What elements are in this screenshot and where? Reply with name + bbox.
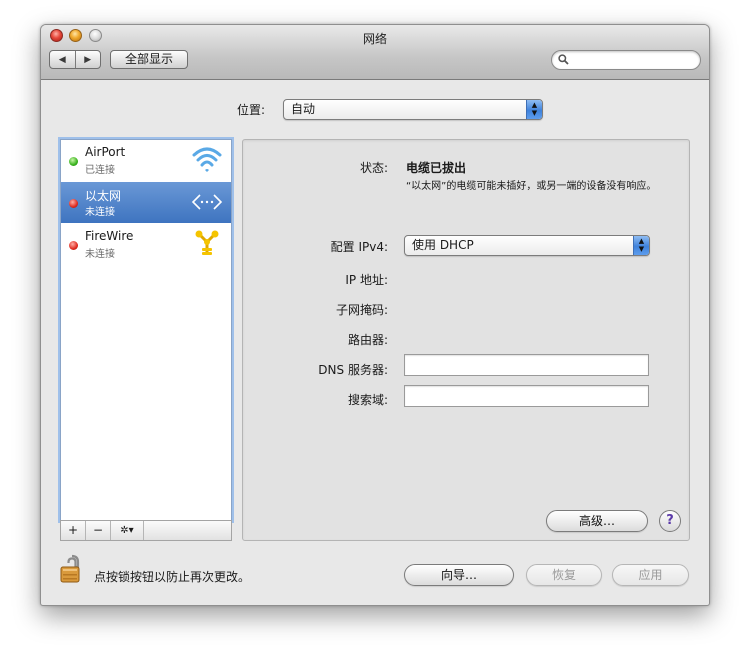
advanced-button[interactable]: 高级… — [546, 510, 648, 532]
status-description: “以太网”的电缆可能未插好，或另一端的设备没有响应。 — [406, 181, 657, 192]
configure-ipv4-label: 配置 IPv4: — [330, 240, 388, 254]
revert-button[interactable]: 恢复 — [526, 564, 602, 586]
firewire-icon — [195, 230, 219, 255]
location-popup[interactable]: 自动 ▲ ▼ — [283, 99, 543, 120]
add-service-button[interactable]: + — [61, 521, 86, 540]
service-list: AirPort 已连接 以太网 未连接 FireWire 未连接 — [60, 139, 232, 521]
help-button[interactable]: ? — [659, 510, 681, 532]
show-all-button[interactable]: 全部显示 — [110, 50, 188, 69]
forward-button[interactable]: ▶ — [76, 51, 101, 68]
window-title: 网络 — [362, 32, 387, 46]
location-value: 自动 — [291, 102, 316, 116]
lock-icon[interactable] — [59, 553, 85, 585]
dns-server-label: DNS 服务器: — [318, 363, 388, 377]
magnifier-icon — [558, 54, 569, 65]
disconnected-status-dot — [69, 199, 78, 208]
service-item-ethernet[interactable]: 以太网 未连接 — [61, 182, 231, 223]
status-value: 电缆已拔出 — [406, 161, 467, 175]
search-domains-label: 搜索域: — [347, 393, 388, 407]
assist-me-button[interactable]: 向导… — [404, 564, 514, 586]
router-label: 路由器: — [347, 333, 388, 347]
apply-button[interactable]: 应用 — [612, 564, 689, 586]
service-status: 已连接 — [85, 165, 115, 176]
location-label: 位置: — [237, 103, 266, 117]
popup-arrows-icon: ▲ ▼ — [526, 100, 542, 119]
configure-ipv4-value: 使用 DHCP — [412, 238, 474, 252]
service-item-firewire[interactable]: FireWire 未连接 — [61, 224, 231, 265]
network-preferences-window: 网络 ◀ ▶ 全部显示 位置: 自动 ▲ ▼ AirPort 已连接 以太网 未… — [40, 24, 710, 606]
ethernet-icon — [191, 194, 223, 210]
service-name: AirPort — [85, 145, 126, 159]
popup-arrows-icon: ▲ ▼ — [633, 236, 649, 255]
forward-arrow-icon: ▶ — [84, 54, 92, 65]
action-menu-gear-icon[interactable]: ✲▾ — [111, 521, 144, 540]
disconnected-status-dot — [69, 241, 78, 250]
dns-server-field[interactable] — [404, 354, 649, 376]
back-arrow-icon: ◀ — [58, 54, 66, 65]
title-bar: 网络 ◀ ▶ 全部显示 — [41, 25, 709, 80]
search-domains-field[interactable] — [404, 385, 649, 407]
ethernet-detail-panel: 状态: 电缆已拔出 “以太网”的电缆可能未插好，或另一端的设备没有响应。 配置 … — [242, 139, 690, 541]
connected-status-dot — [69, 157, 78, 166]
service-list-toolbar: + − ✲▾ — [60, 520, 232, 541]
ip-address-label: IP 地址: — [345, 273, 388, 287]
remove-service-button[interactable]: − — [86, 521, 111, 540]
status-label: 状态: — [359, 161, 388, 175]
service-name: 以太网 — [85, 189, 122, 203]
wifi-icon — [192, 147, 222, 172]
service-name: FireWire — [85, 229, 134, 243]
service-status: 未连接 — [85, 249, 115, 260]
back-forward-control: ◀ ▶ — [49, 50, 101, 69]
subnet-mask-label: 子网掩码: — [335, 303, 388, 317]
service-status: 未连接 — [85, 207, 115, 218]
back-button[interactable]: ◀ — [50, 51, 76, 68]
configure-ipv4-popup[interactable]: 使用 DHCP ▲ ▼ — [404, 235, 650, 256]
lock-message: 点按锁按钮以防止再次更改。 — [94, 570, 251, 584]
service-item-airport[interactable]: AirPort 已连接 — [61, 140, 231, 181]
search-field[interactable] — [551, 50, 701, 70]
